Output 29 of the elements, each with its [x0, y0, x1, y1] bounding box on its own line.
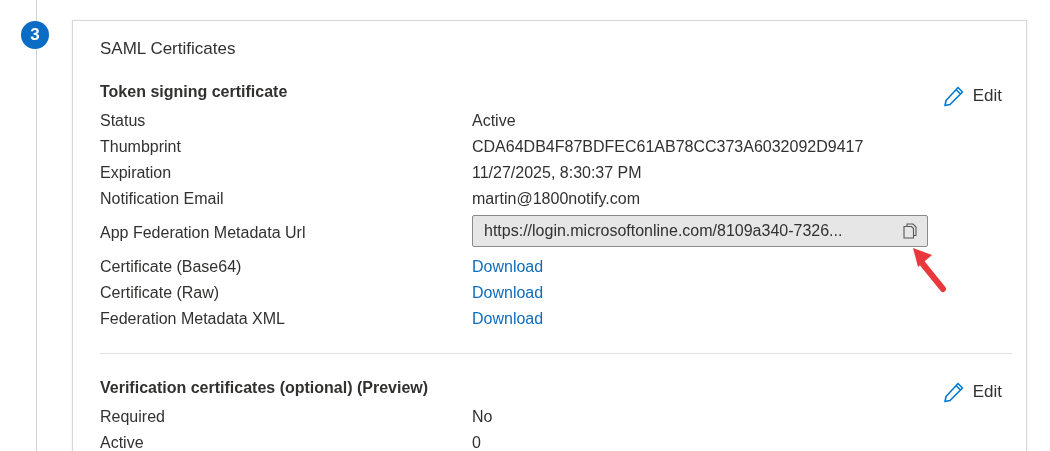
- field-label: Active: [100, 434, 145, 451]
- field-label: Federation Metadata XML: [100, 310, 286, 328]
- field-label: Thumbprint: [100, 138, 182, 156]
- field-label: Status: [100, 112, 147, 130]
- field-label: Certificate (Base64): [100, 258, 243, 276]
- edit-button[interactable]: Edit: [942, 83, 1002, 109]
- pencil-icon: [942, 381, 965, 403]
- field-value: Active: [472, 112, 516, 130]
- download-link[interactable]: Download: [472, 258, 544, 276]
- copy-icon[interactable]: [903, 223, 917, 239]
- field-value: 11/27/2025, 8:30:37 PM: [472, 164, 642, 182]
- url-field[interactable]: https://login.microsoftonline.com/8109a340-7326...: [472, 215, 928, 247]
- download-link[interactable]: Download: [472, 310, 544, 328]
- pencil-icon: [942, 85, 965, 107]
- field-label: App Federation Metadata Url: [100, 224, 307, 242]
- download-link[interactable]: Download: [472, 284, 544, 302]
- field-value: No: [472, 408, 493, 426]
- field-value: CDA64DB4F87BDFEC61AB78CC373A6032092D9417: [472, 138, 864, 156]
- field-label: Required: [100, 408, 166, 426]
- field-label: Notification Email: [100, 190, 225, 208]
- step-number-badge: 3: [21, 21, 49, 49]
- field-value: martin@1800notify.com: [472, 190, 640, 208]
- field-label: Certificate (Raw): [100, 284, 221, 302]
- field-label: Expiration: [100, 164, 173, 182]
- section-heading: Verification certificates (optional) (Preview): [100, 378, 429, 398]
- field-value: 0: [472, 434, 481, 451]
- edit-button[interactable]: Edit: [942, 379, 1002, 405]
- card-title: SAML Certificates: [100, 38, 237, 60]
- section-heading: Token signing certificate: [100, 82, 288, 102]
